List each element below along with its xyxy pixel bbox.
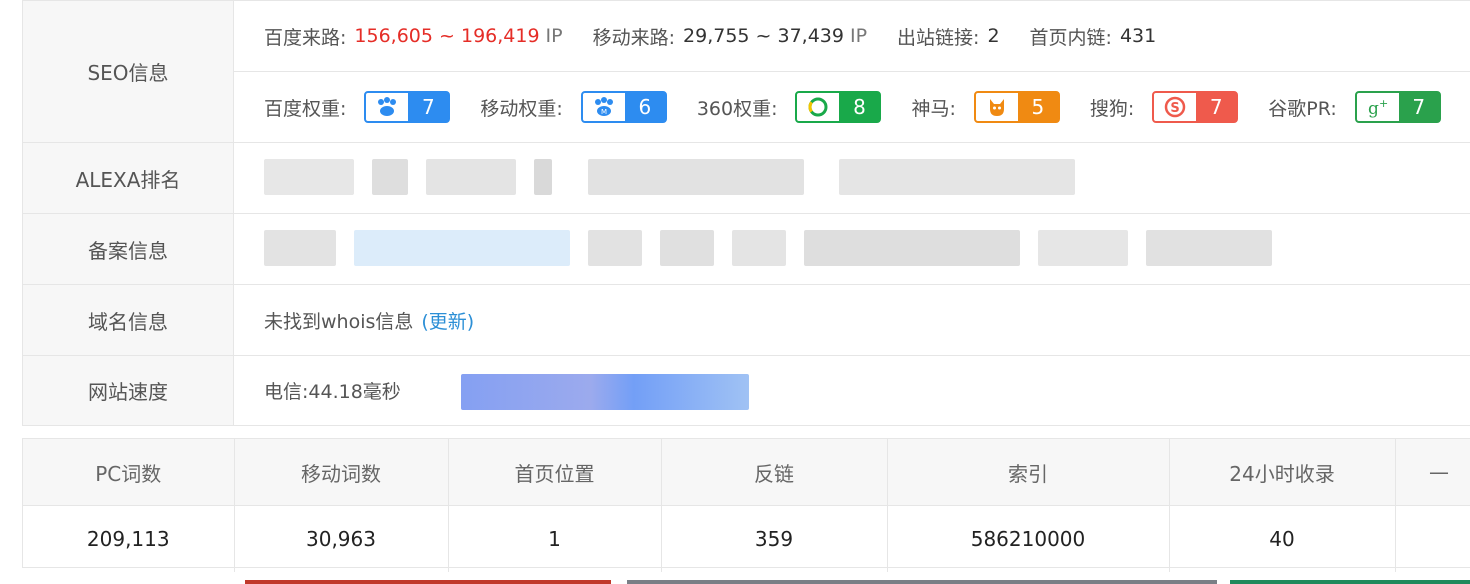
sogou-weight-value: 7 — [1196, 93, 1237, 121]
stats-value-more — [1395, 505, 1470, 572]
baidu-mobile-paw-icon: M — [582, 93, 625, 121]
stats-value-index[interactable]: 586210000 — [887, 505, 1170, 572]
alexa-label: ALEXA排名 — [23, 143, 234, 213]
svg-text:g: g — [1368, 99, 1379, 118]
outbound-links-label: 出站链接: — [897, 26, 980, 49]
svg-text:+: + — [1379, 97, 1388, 110]
stats-value-backlinks[interactable]: 359 — [661, 505, 888, 572]
svg-text:S: S — [1171, 101, 1180, 116]
alexa-row: ALEXA排名 — [23, 143, 1470, 214]
home-internal-links-label: 首页内链: — [1029, 26, 1112, 49]
seo-label: SEO信息 — [23, 1, 234, 142]
icp-content-blurred — [234, 214, 1470, 284]
seo-row: SEO信息 百度来路: 156,605 ~ 196,419 IP 移动来路: 29… — [23, 1, 1470, 143]
stats-value-mobile-words[interactable]: 30,963 — [234, 505, 449, 572]
weights-line: 百度权重: 7 移动权重: M 6 360权重: 8 神马: 5 搜狗: S 7… — [234, 72, 1470, 142]
site-info-table: SEO信息 百度来路: 156,605 ~ 196,419 IP 移动来路: 29… — [22, 0, 1470, 426]
google-pr-label: 谷歌PR: — [1268, 97, 1337, 120]
bottom-bar-green — [1230, 580, 1470, 584]
360-weight-value: 8 — [839, 93, 880, 121]
stats-header-more: — — [1395, 439, 1470, 506]
baidu-paw-icon — [366, 93, 409, 121]
stats-header-24h-indexed: 24小时收录 — [1169, 439, 1396, 506]
shenma-weight-badge[interactable]: 5 — [973, 91, 1060, 123]
speed-row: 网站速度 电信:44.18毫秒 — [23, 356, 1470, 425]
360-search-icon — [797, 93, 840, 121]
stats-value-home-position[interactable]: 1 — [448, 505, 662, 572]
shenma-weight-label: 神马: — [911, 97, 956, 120]
bottom-bar-gray — [627, 580, 1217, 584]
icp-label: 备案信息 — [23, 214, 234, 284]
stats-header-pc-words: PC词数 — [23, 439, 235, 506]
shenma-weight-value: 5 — [1017, 93, 1058, 121]
baidu-traffic-value: 156,605 ~ 196,419 IP — [354, 25, 563, 47]
sogou-weight-badge[interactable]: S 7 — [1152, 91, 1239, 123]
whois-update-link[interactable]: (更新) — [421, 307, 474, 334]
baidu-weight-value: 7 — [408, 93, 449, 121]
google-pr-value: 7 — [1398, 93, 1439, 121]
stats-header-mobile-words: 移动词数 — [234, 439, 449, 506]
mobile-weight-badge[interactable]: M 6 — [580, 91, 667, 123]
mobile-traffic-label: 移动来路: — [592, 26, 676, 49]
stats-value-24h-indexed[interactable]: 40 — [1169, 505, 1396, 572]
domain-label: 域名信息 — [23, 285, 234, 355]
domain-row: 域名信息 未找到whois信息 (更新) — [23, 285, 1470, 356]
alexa-content-blurred — [234, 143, 1470, 213]
sogou-weight-label: 搜狗: — [1089, 97, 1135, 120]
stats-table: PC词数 移动词数 首页位置 反链 索引 24小时收录 — 209,113 30… — [22, 438, 1470, 572]
speed-label: 网站速度 — [23, 356, 234, 425]
stats-header-backlinks: 反链 — [661, 439, 888, 506]
mobile-traffic-value: 29,755 ~ 37,439 IP — [683, 25, 868, 47]
speed-extra-blurred — [461, 374, 749, 410]
stats-header-index: 索引 — [887, 439, 1170, 506]
google-plus-icon: g + — [1356, 93, 1399, 121]
stats-value-row: 209,113 30,963 1 359 586210000 40 — [23, 505, 1470, 572]
stats-header-home-position: 首页位置 — [448, 439, 662, 506]
stats-header-row: PC词数 移动词数 首页位置 反链 索引 24小时收录 — — [23, 439, 1470, 506]
360-weight-label: 360权重: — [696, 97, 778, 120]
stats-value-pc-words[interactable]: 209,113 — [23, 505, 235, 572]
home-internal-links-value: 431 — [1119, 25, 1157, 47]
baidu-weight-badge[interactable]: 7 — [364, 91, 451, 123]
telecom-speed-text: 电信:44.18毫秒 — [264, 381, 401, 403]
google-pr-badge[interactable]: g + 7 — [1354, 91, 1441, 123]
svg-text:M: M — [601, 108, 607, 116]
baidu-weight-label: 百度权重: — [264, 97, 347, 120]
outbound-links-value: 2 — [987, 25, 1000, 47]
icp-row: 备案信息 — [23, 214, 1470, 285]
mobile-weight-value: 6 — [624, 93, 665, 121]
shenma-horse-icon — [975, 93, 1018, 121]
sogou-s-icon: S — [1154, 93, 1197, 121]
traffic-line: 百度来路: 156,605 ~ 196,419 IP 移动来路: 29,755 ~… — [234, 1, 1470, 72]
baidu-traffic-label: 百度来路: — [264, 26, 347, 49]
whois-status-text: 未找到whois信息 — [264, 310, 414, 333]
mobile-weight-label: 移动权重: — [480, 97, 563, 120]
360-weight-badge[interactable]: 8 — [795, 91, 882, 123]
bottom-bar-red — [245, 580, 611, 584]
